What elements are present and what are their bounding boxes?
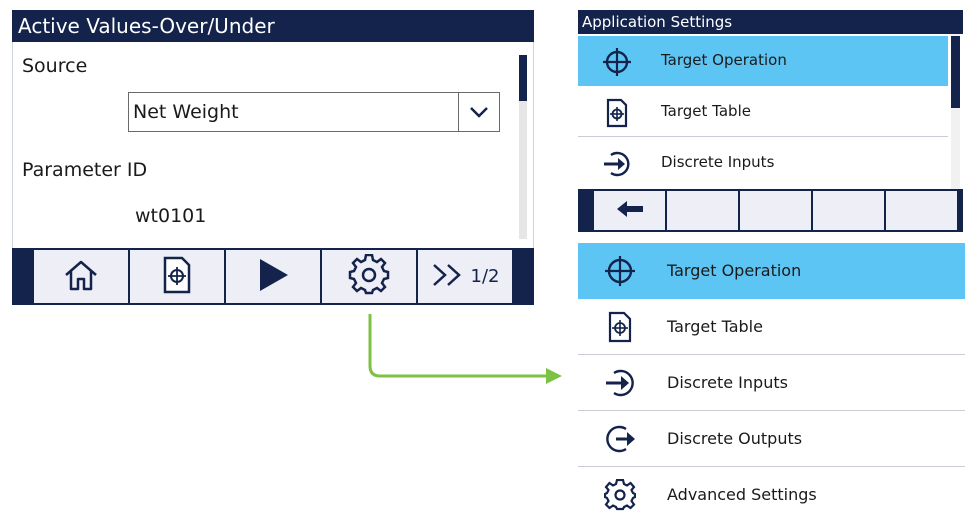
discrete-input-icon — [604, 367, 636, 399]
scrollbar-thumb[interactable] — [519, 55, 527, 101]
navigation-arrow — [368, 314, 562, 384]
menu-item-label: Advanced Settings — [667, 485, 817, 504]
gear-icon — [603, 478, 637, 511]
home-softkey[interactable] — [34, 250, 128, 303]
softkey-bar: 1/2 — [12, 248, 534, 305]
source-label: Source — [22, 55, 88, 77]
menu-item-label: Target Table — [661, 102, 751, 120]
empty-softkey[interactable] — [886, 191, 957, 230]
back-softkey[interactable] — [594, 191, 665, 230]
menu-item-label: Target Operation — [661, 51, 787, 69]
start-softkey[interactable] — [226, 250, 320, 303]
parameter-id-label: Parameter ID — [22, 159, 148, 181]
softkey-bar — [578, 189, 963, 232]
parameter-id-value: wt0101 — [135, 205, 207, 227]
menu-item-target-table[interactable]: Target Table — [578, 87, 948, 137]
menu-item-target-operation[interactable]: Target Operation — [578, 36, 948, 86]
target-table-icon — [162, 256, 192, 298]
menu-item-target-operation[interactable]: Target Operation — [578, 243, 965, 299]
gear-icon — [348, 253, 390, 300]
empty-softkey[interactable] — [813, 191, 884, 230]
discrete-output-icon — [604, 423, 636, 455]
setup-form — [12, 42, 534, 248]
source-selected-value: Net Weight — [133, 101, 239, 123]
discrete-input-icon — [602, 149, 632, 179]
crosshair-icon — [604, 255, 636, 287]
menu-item-label: Discrete Outputs — [667, 429, 803, 448]
target-table-softkey[interactable] — [130, 250, 224, 303]
empty-softkey[interactable] — [740, 191, 811, 230]
target-table-icon — [602, 98, 632, 128]
next-page-softkey[interactable]: 1/2 — [418, 250, 512, 303]
setup-softkey[interactable] — [322, 250, 416, 303]
next-page-icon — [431, 262, 465, 292]
play-icon — [256, 257, 290, 297]
empty-softkey[interactable] — [667, 191, 738, 230]
menu-item-label: Target Operation — [667, 261, 802, 280]
menu-item-discrete-outputs[interactable]: Discrete Outputs — [578, 411, 965, 467]
menu-item-discrete-inputs[interactable]: Discrete Inputs — [578, 355, 965, 411]
settings-menu: Target Operation Target Table Discrete I… — [578, 34, 963, 189]
crosshair-icon — [602, 47, 632, 77]
screen-title: Active Values-Over/Under — [12, 10, 534, 42]
menu-item-label: Discrete Inputs — [661, 153, 775, 171]
source-dropdown[interactable]: Net Weight — [128, 92, 500, 132]
screen-title: Application Settings — [578, 10, 963, 34]
menu-item-advanced-settings[interactable]: Advanced Settings — [578, 467, 965, 523]
menu-item-target-table[interactable]: Target Table — [578, 299, 965, 355]
back-arrow-icon — [615, 199, 645, 223]
home-icon — [61, 257, 101, 297]
menu-item-label: Discrete Inputs — [667, 373, 788, 392]
chevron-down-icon[interactable] — [458, 93, 499, 131]
menu-item-discrete-inputs[interactable]: Discrete Inputs — [578, 138, 948, 188]
menu-item-label: Target Table — [667, 317, 763, 336]
target-table-icon — [604, 311, 636, 343]
scrollbar-thumb[interactable] — [951, 36, 960, 108]
page-indicator: 1/2 — [470, 266, 500, 287]
